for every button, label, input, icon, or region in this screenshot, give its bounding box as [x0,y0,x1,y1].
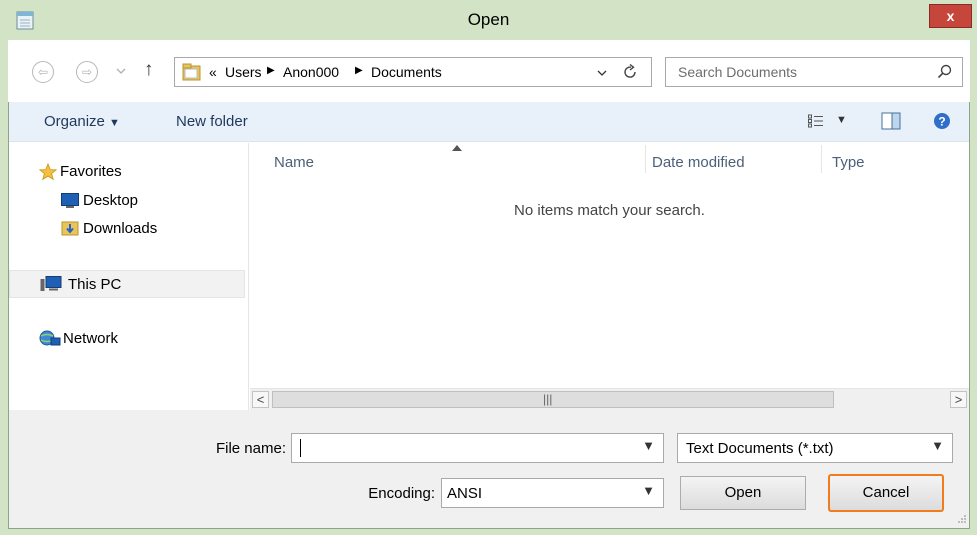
thumb-grip-icon: ||| [543,392,553,406]
recent-locations-chevron-icon[interactable] [116,67,126,75]
sidebar-item-this-pc[interactable]: This PC [9,270,245,298]
file-name-input[interactable]: ▼ [291,433,664,463]
star-icon [39,163,57,181]
organize-dropdown-icon: ▼ [109,117,120,129]
scrollbar-thumb[interactable]: ||| [272,391,834,408]
up-button[interactable]: ↑ [144,59,154,81]
column-header-name[interactable]: Name [274,150,314,176]
sort-ascending-icon [452,145,462,151]
sidebar-item-desktop[interactable]: Desktop [61,190,249,212]
close-button[interactable]: x [929,4,972,28]
desktop-icon [61,193,79,208]
empty-list-message: No items match your search. [514,202,705,219]
navigation-pane: Favorites Desktop Downloads This PC Netw… [9,143,249,415]
command-bar: Organize ▼ New folder ▼ ? [9,102,969,142]
encoding-select[interactable]: ANSI ▼ [441,478,664,508]
bottom-panel [9,410,969,528]
sidebar-item-network[interactable]: Network [39,328,249,350]
network-icon [39,330,61,346]
sidebar-item-downloads[interactable]: Downloads [61,217,249,239]
help-icon[interactable]: ? [933,112,951,130]
sidebar-item-this-pc-label: This PC [68,276,122,293]
file-name-dropdown-icon[interactable]: ▼ [642,438,655,453]
file-type-dropdown-icon: ▼ [931,438,944,453]
sidebar-item-favorites[interactable]: Favorites [39,161,249,183]
address-bar[interactable]: « Users ▶ Anon000 ▶ Documents [174,57,652,87]
file-name-label: File name: [215,440,286,457]
computer-icon [40,276,62,291]
breadcrumb-separator-icon[interactable]: ▶ [355,65,363,76]
horizontal-scrollbar[interactable]: < ||| > [250,388,969,410]
organize-label: Organize [44,113,105,130]
file-list[interactable] [250,143,969,388]
cancel-button[interactable]: Cancel [828,474,944,512]
search-box[interactable]: Search Documents [665,57,963,87]
encoding-dropdown-icon: ▼ [642,483,655,498]
sidebar-item-desktop-label: Desktop [83,192,139,209]
encoding-label: Encoding: [368,485,435,502]
column-header-type[interactable]: Type [832,150,865,176]
sidebar-item-downloads-label: Downloads [83,220,158,237]
back-button[interactable]: ⇦ [32,61,54,83]
refresh-icon[interactable] [622,64,638,80]
column-separator[interactable] [645,145,646,173]
address-dropdown-icon[interactable] [597,69,607,77]
new-folder-button[interactable]: New folder [176,113,248,130]
window-title: Open [467,10,510,29]
breadcrumb-anon000[interactable]: Anon000 [283,64,339,80]
title-bar[interactable]: Open x [0,0,977,40]
file-type-select[interactable]: Text Documents (*.txt) ▼ [677,433,953,463]
folder-icon [182,63,201,81]
svg-text:?: ? [938,115,945,129]
sidebar-item-network-label: Network [63,330,119,347]
breadcrumb-separator-icon[interactable]: ▶ [267,65,275,76]
change-view-icon[interactable] [808,114,824,128]
encoding-value: ANSI [447,485,483,502]
column-header-date-modified[interactable]: Date modified [652,150,745,176]
open-button[interactable]: Open [680,476,806,510]
resize-grip-icon[interactable] [957,514,967,524]
breadcrumb-overflow[interactable]: « [209,64,217,80]
breadcrumb-documents[interactable]: Documents [371,64,442,80]
breadcrumb-users[interactable]: Users [225,64,262,80]
scroll-right-button[interactable]: > [950,391,967,408]
search-icon[interactable] [937,64,953,80]
downloads-folder-icon [61,221,79,236]
organize-button[interactable]: Organize ▼ [44,113,120,130]
view-options-dropdown-icon[interactable]: ▼ [836,114,847,126]
file-type-value: Text Documents (*.txt) [686,440,834,457]
column-separator[interactable] [821,145,822,173]
preview-pane-icon[interactable] [881,112,901,130]
sidebar-item-favorites-label: Favorites [60,163,122,180]
scroll-left-button[interactable]: < [252,391,269,408]
text-cursor [300,439,301,457]
forward-button[interactable]: ⇨ [76,61,98,83]
search-placeholder: Search Documents [678,64,798,80]
